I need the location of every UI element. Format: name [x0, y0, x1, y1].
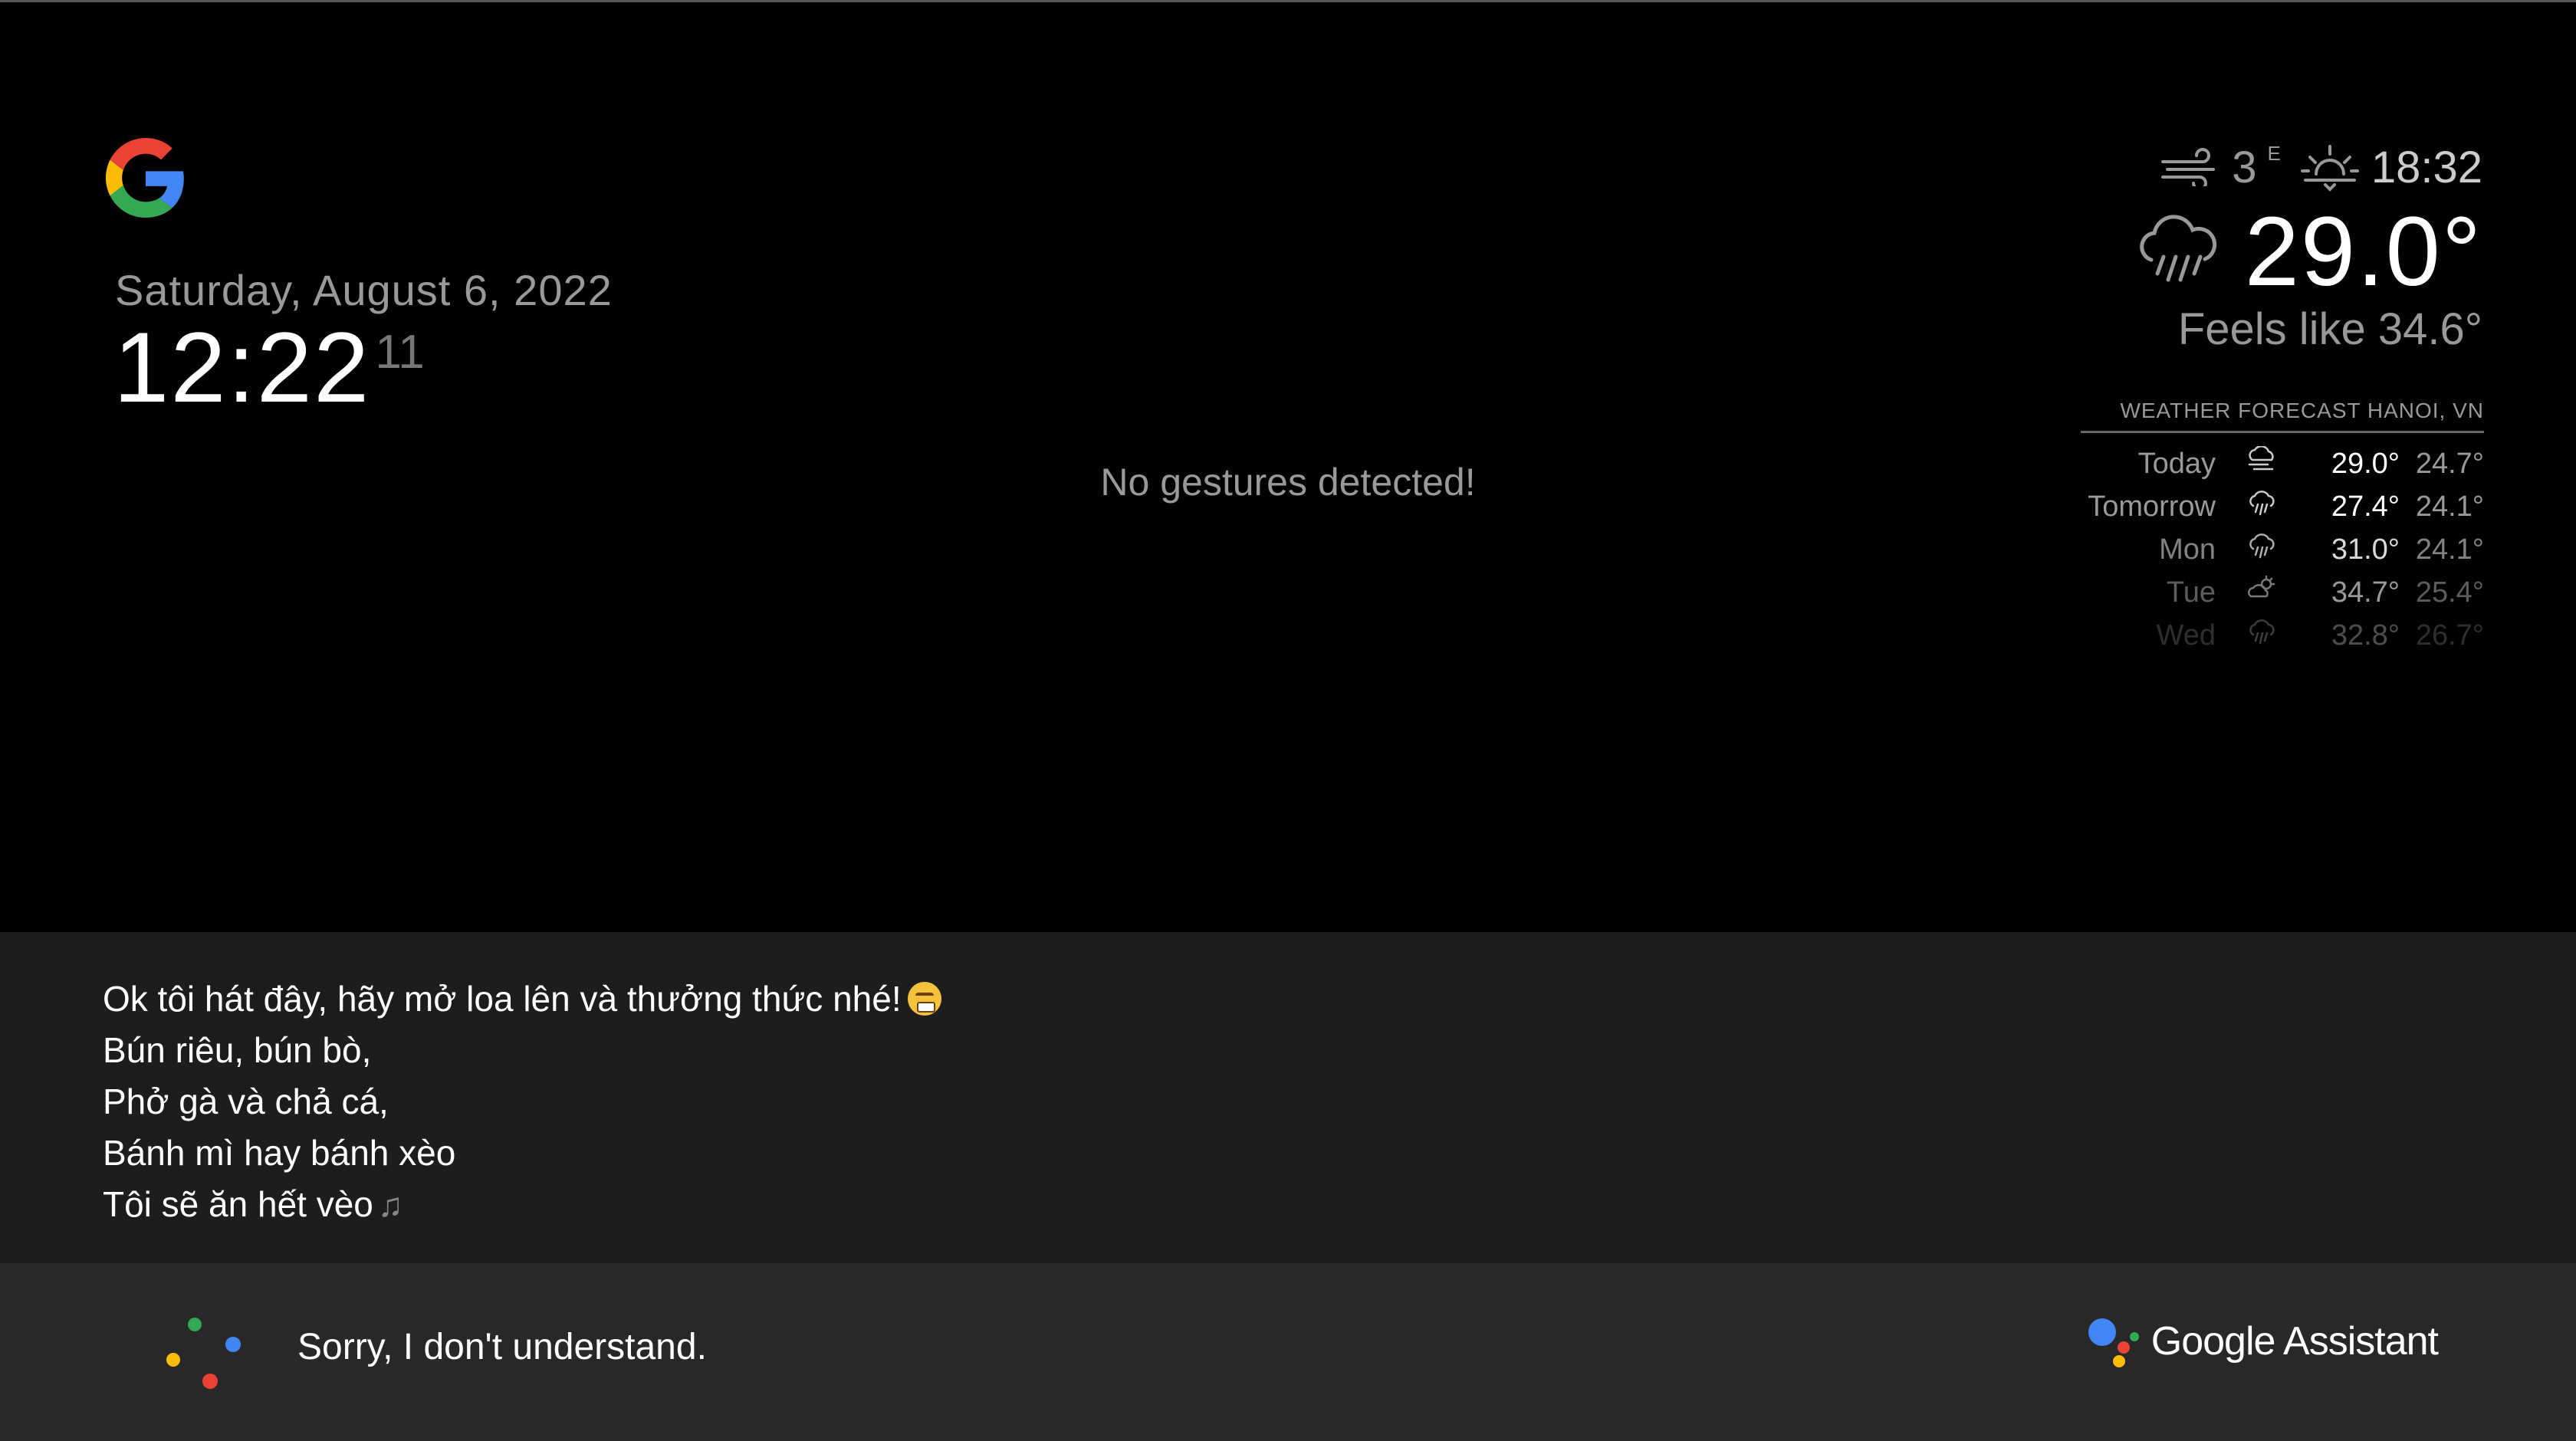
rain-icon [2216, 485, 2308, 528]
clock: 12:2211 [113, 310, 425, 425]
assistant-dots-icon [166, 1318, 241, 1389]
partly-sunny-icon [2216, 571, 2308, 614]
transcript-line: Bún riêu, bún bò, [103, 1030, 372, 1070]
forecast-row: Today 29.0° 24.7° [2081, 442, 2484, 485]
sunset-icon [2300, 145, 2359, 192]
date-label: Saturday, August 6, 2022 [115, 266, 613, 314]
forecast-min: 24.1° [2415, 490, 2484, 523]
music-note-icon: ♫ [377, 1187, 403, 1224]
top-border [0, 0, 2576, 2]
wind-direction: E [2267, 141, 2281, 165]
clock-seconds: 11 [375, 326, 425, 379]
temperature-row: 29.0° [2133, 190, 2482, 313]
rain-icon [2216, 614, 2308, 657]
assistant-bar: Sorry, I don't understand. Google Assist… [0, 1263, 2576, 1441]
forecast-max: 29.0° [2331, 447, 2400, 480]
forecast-day: Tue [2166, 576, 2216, 609]
forecast-row: Mon 31.0° 24.1° [2081, 528, 2484, 571]
wind-sunset-row: 3 E 18:32 [2160, 136, 2482, 198]
transcript-panel: Ok tôi hát đây, hãy mở loa lên và thưởng… [0, 932, 2576, 1263]
sunset-time: 18:32 [2371, 142, 2482, 192]
forecast-min: 25.4° [2415, 576, 2484, 609]
gesture-status: No gestures detected! [1100, 461, 1476, 504]
transcript-line: Bánh mì hay bánh xèo [103, 1133, 456, 1173]
forecast-min: 24.7° [2415, 447, 2484, 480]
forecast-table: Today 29.0° 24.7° Tomorrow 27.4° 24.1° M… [2081, 442, 2484, 657]
forecast-max: 31.0° [2331, 533, 2400, 566]
transcript-line: Phở gà và chả cá, [103, 1082, 389, 1121]
transcript-line: Ok tôi hát đây, hãy mở loa lên và thưởng… [103, 973, 941, 1025]
google-assistant-logo-icon [2088, 1318, 2139, 1367]
transcript-line-text: Tôi sẽ ăn hết vèo [103, 1184, 373, 1224]
google-logo-icon [106, 138, 184, 218]
transcript-lines: Ok tôi hát đây, hãy mở loa lên và thưởng… [103, 973, 941, 1231]
brand-text: Google Assistant [2150, 1319, 2439, 1364]
cloud-wind-icon [2216, 442, 2308, 485]
forecast-day: Today [2137, 447, 2216, 480]
forecast-row: Tue 34.7° 25.4° [2081, 571, 2484, 614]
transcript-line-text: Ok tôi hát đây, hãy mở loa lên và thưởng… [103, 979, 902, 1019]
forecast-max: 34.7° [2331, 576, 2400, 609]
clock-time: 12:22 [113, 311, 371, 423]
grimace-emoji-icon [907, 982, 941, 1016]
wind-speed: 3 [2232, 142, 2257, 192]
weather-forecast: WEATHER FORECAST HANOI, VN Today 29.0° 2… [2081, 399, 2484, 657]
magic-mirror-screen: Saturday, August 6, 2022 12:2211 No gest… [0, 0, 2576, 1441]
forecast-row: Tomorrow 27.4° 24.1° [2081, 485, 2484, 528]
forecast-day: Mon [2159, 533, 2216, 566]
rain-cloud-icon [2139, 215, 2216, 282]
forecast-row: Wed 32.8° 26.7° [2081, 614, 2484, 657]
forecast-min: 24.1° [2415, 533, 2484, 566]
current-weather: 3 E 18:32 29.0° Feels like 34.6° [1900, 136, 2482, 359]
forecast-max: 27.4° [2331, 490, 2400, 523]
transcript-line: Tôi sẽ ăn hết vèo ♫ [103, 1179, 941, 1231]
current-temperature: 29.0° [2244, 196, 2482, 307]
forecast-day: Tomorrow [2088, 490, 2216, 523]
forecast-header: WEATHER FORECAST HANOI, VN [2081, 399, 2484, 433]
forecast-max: 32.8° [2331, 619, 2400, 652]
rain-icon [2216, 528, 2308, 571]
forecast-min: 26.7° [2415, 619, 2484, 652]
google-assistant-brand: Google Assistant [2085, 1314, 2439, 1369]
assistant-response: Sorry, I don't understand. [297, 1327, 707, 1367]
feels-like: Feels like 34.6° [2177, 304, 2482, 354]
wind-icon [2161, 148, 2216, 186]
forecast-day: Wed [2156, 619, 2216, 652]
